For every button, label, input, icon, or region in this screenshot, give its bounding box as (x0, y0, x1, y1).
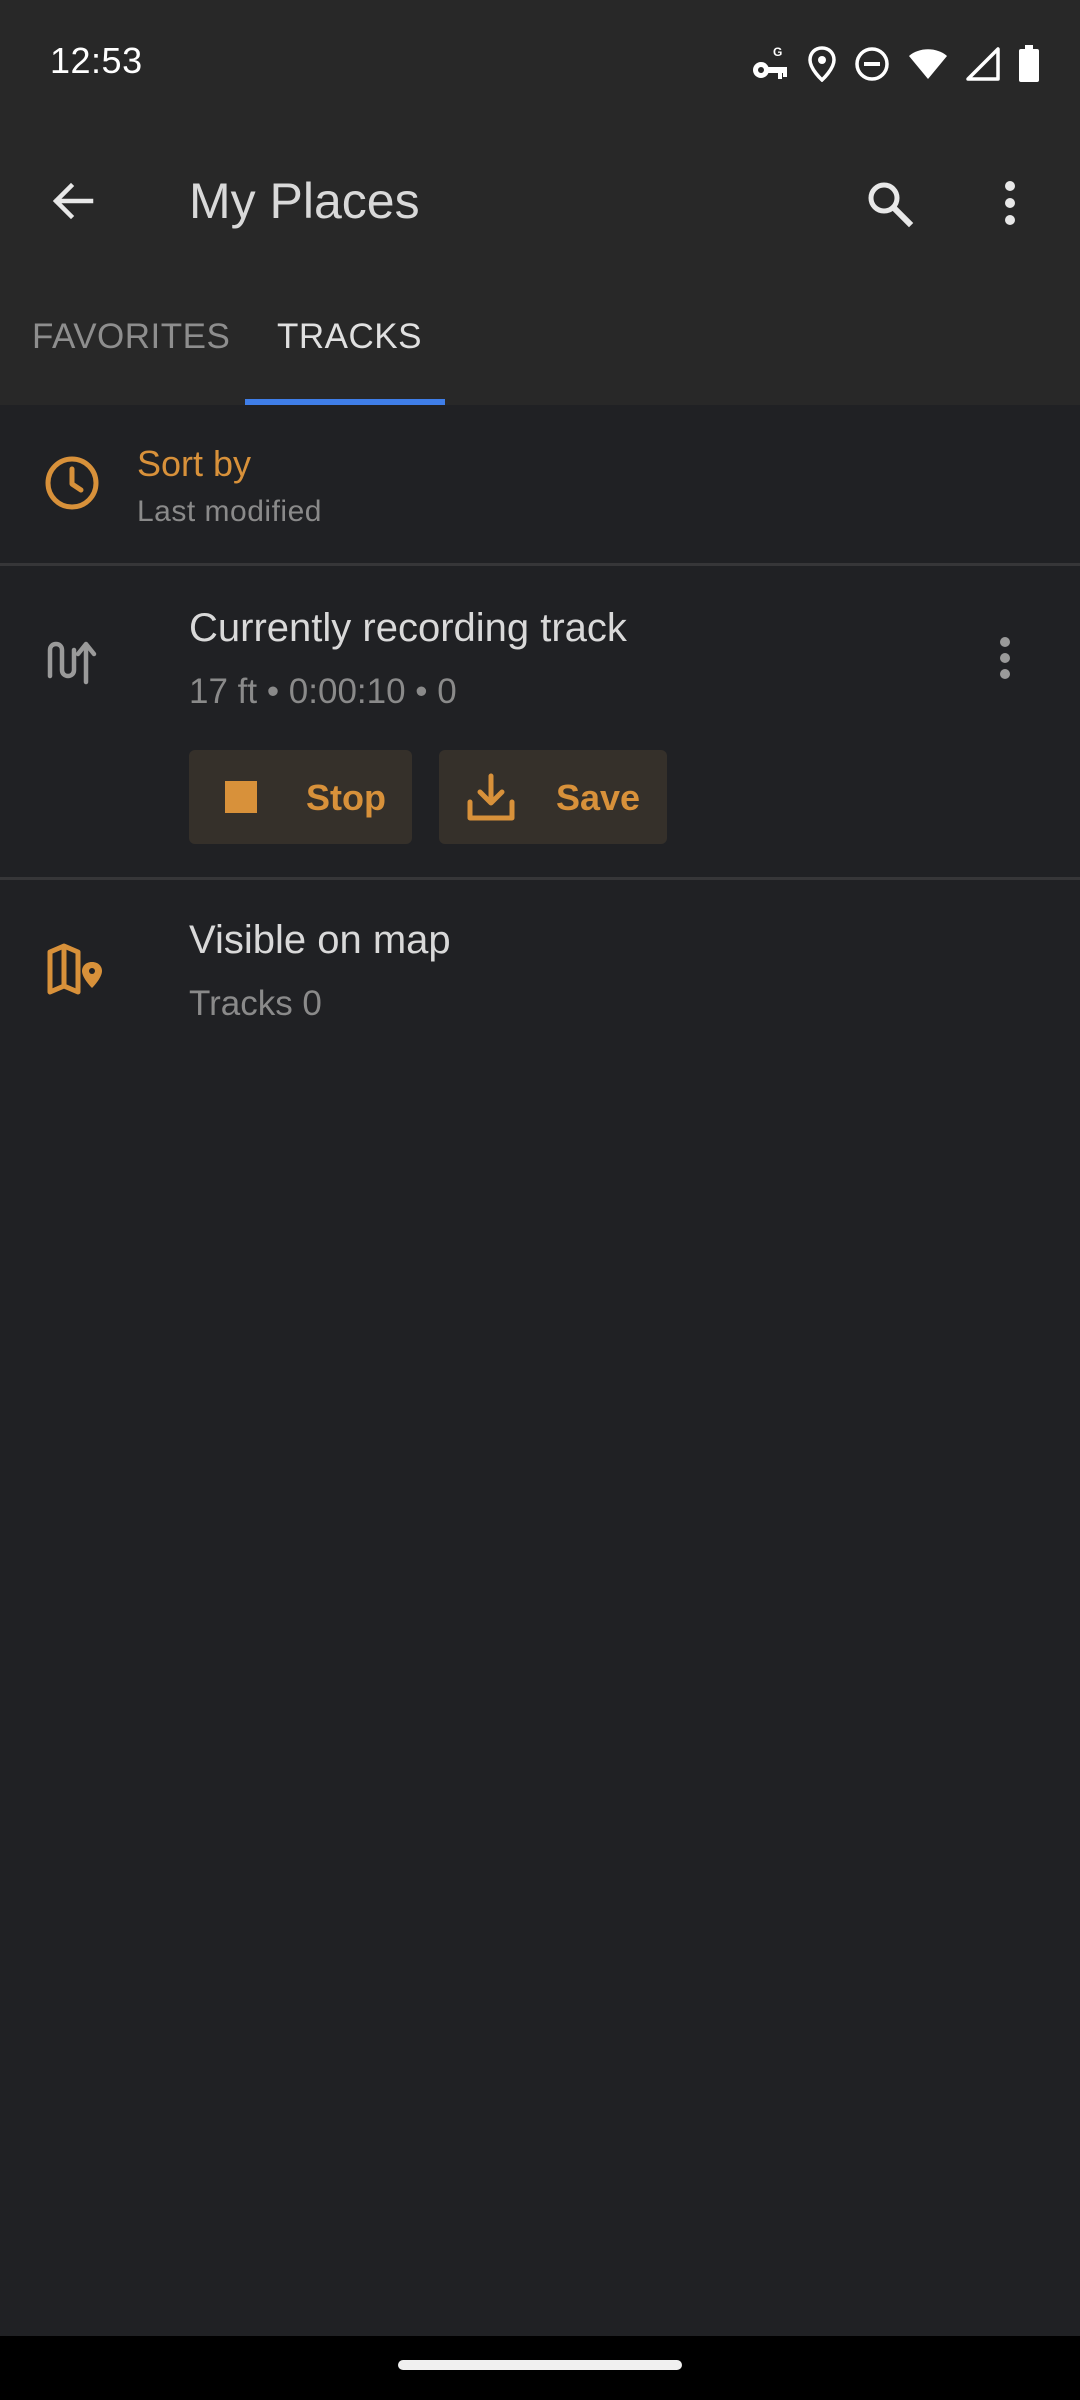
signal-icon (966, 47, 1000, 81)
visible-on-map-subtitle: Tracks 0 (189, 984, 322, 1023)
track-more-button[interactable] (990, 630, 1020, 690)
svg-text:G: G (773, 45, 782, 59)
overflow-menu-button[interactable] (985, 170, 1035, 240)
divider (0, 563, 1080, 566)
app-bar: My Places (0, 130, 1080, 275)
tab-favorites[interactable]: FAVORITES (32, 317, 230, 357)
map-pin-icon (46, 942, 106, 1003)
track-meta: 17 ft • 0:00:10 • 0 (189, 672, 457, 711)
download-icon (466, 772, 516, 831)
status-time: 12:53 (50, 40, 143, 81)
status-icons: G (750, 42, 1040, 86)
vpn-key-icon: G (750, 44, 790, 84)
home-handle[interactable] (398, 2360, 682, 2370)
navigation-bar (0, 2336, 1080, 2400)
tab-bar: FAVORITES TRACKS (0, 275, 1080, 405)
search-button[interactable] (854, 170, 924, 240)
stop-icon (225, 781, 257, 813)
sort-by-row[interactable]: Sort by Last modified (0, 405, 1080, 565)
more-vert-icon (998, 636, 1012, 685)
location-icon (808, 46, 836, 82)
visible-on-map-title: Visible on map (189, 918, 451, 962)
sort-by-value: Last modified (137, 495, 322, 528)
track-recording-icon (44, 630, 100, 695)
sort-by-label: Sort by (137, 443, 252, 484)
wifi-icon (908, 47, 948, 81)
status-bar: 12:53 G (0, 0, 1080, 130)
page-title: My Places (189, 173, 420, 229)
search-icon (864, 178, 914, 233)
back-arrow-icon (49, 177, 97, 230)
clock-icon (44, 455, 100, 516)
battery-icon (1018, 45, 1040, 83)
tab-tracks[interactable]: TRACKS (277, 317, 422, 357)
save-button[interactable]: Save (439, 750, 667, 844)
track-title: Currently recording track (189, 606, 627, 650)
save-label: Save (556, 777, 641, 818)
recording-track-item[interactable]: Currently recording track 17 ft • 0:00:1… (0, 568, 1080, 878)
more-vert-icon (1002, 180, 1018, 231)
visible-on-map-item[interactable]: Visible on map Tracks 0 (0, 880, 1080, 1060)
stop-label: Stop (306, 777, 386, 818)
back-button[interactable] (40, 170, 106, 236)
stop-button[interactable]: Stop (189, 750, 412, 844)
do-not-disturb-icon (854, 46, 890, 82)
